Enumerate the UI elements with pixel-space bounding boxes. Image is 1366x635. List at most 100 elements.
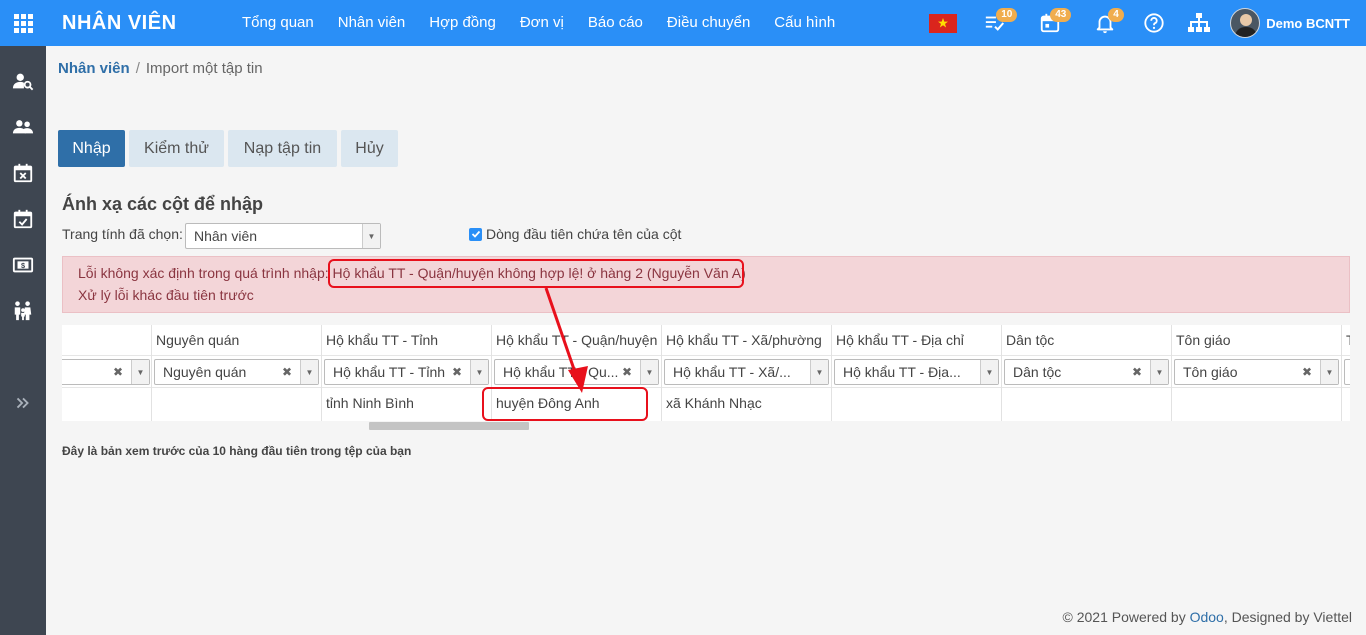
horizontal-scrollbar[interactable] bbox=[369, 422, 529, 430]
grid-column-next: T bbox=[1342, 325, 1350, 421]
grid-column-dia-chi: Hộ khẩu TT - Địa chỉ Hộ khẩu TT - Địa...… bbox=[832, 325, 1002, 421]
clear-icon[interactable]: ✖ bbox=[1132, 365, 1142, 379]
user-name: Demo BCNTT bbox=[1266, 15, 1350, 31]
help-icon[interactable] bbox=[1132, 0, 1176, 46]
activity-icon[interactable]: 10 bbox=[968, 0, 1022, 46]
breadcrumb-separator: / bbox=[135, 60, 140, 77]
menu-bao-cao[interactable]: Báo cáo bbox=[576, 0, 655, 46]
column-mapping-select[interactable]: ✖ ▼ bbox=[62, 359, 150, 385]
chevron-down-icon: ▼ bbox=[1320, 360, 1338, 384]
column-mapping-select[interactable]: Dân tộc ✖ ▼ bbox=[1004, 359, 1169, 385]
import-button[interactable]: Nhập bbox=[58, 130, 125, 167]
chevron-down-icon: ▼ bbox=[640, 360, 658, 384]
footer-odoo-link[interactable]: Odoo bbox=[1190, 609, 1224, 625]
grid-column-nguyen-quan: Nguyên quán Nguyên quán ✖ ▼ bbox=[152, 325, 322, 421]
svg-text:$: $ bbox=[21, 261, 25, 270]
clear-icon[interactable]: ✖ bbox=[113, 365, 123, 379]
grid-column-tinh: Hộ khẩu TT - Tỉnh Hộ khẩu TT - Tỉnh ✖ ▼ … bbox=[322, 325, 492, 421]
load-file-button[interactable]: Nạp tập tin bbox=[228, 130, 337, 167]
main-content: Nhân viên / Import một tập tin Nhập Kiểm t… bbox=[46, 46, 1366, 635]
column-mapping-select[interactable]: Hộ khẩu TT - Địa... ▼ bbox=[834, 359, 999, 385]
calendar-icon[interactable]: 43 bbox=[1022, 0, 1078, 46]
footer-prefix: © 2021 Powered by bbox=[1062, 609, 1186, 625]
notification-badge: 4 bbox=[1108, 8, 1124, 22]
menu-nhan-vien[interactable]: Nhân viên bbox=[326, 0, 418, 46]
clear-icon[interactable]: ✖ bbox=[452, 365, 462, 379]
sheet-label: Trang tính đã chọn: bbox=[62, 226, 183, 242]
column-header: Hộ khẩu TT - Tỉnh bbox=[326, 332, 439, 348]
top-navbar: NHÂN VIÊN Tổng quan Nhân viên Hợp đồng Đ… bbox=[0, 0, 1366, 46]
org-chart-icon[interactable] bbox=[1176, 0, 1222, 46]
alert-line-2: Xử lý lỗi khác đầu tiên trước bbox=[78, 287, 254, 303]
column-header: Hộ khẩu TT - Địa chỉ bbox=[836, 332, 964, 348]
clear-icon[interactable]: ✖ bbox=[622, 365, 632, 379]
import-preview-grid: ✖ ▼ Nguyên quán Nguyên quán ✖ ▼ Hộ khẩu … bbox=[62, 325, 1350, 421]
column-mapping-select[interactable]: Hộ khẩu TT - Tỉnh ✖ ▼ bbox=[324, 359, 489, 385]
first-row-header-option[interactable]: Dòng đầu tiên chứa tên của cột bbox=[469, 226, 681, 242]
notification-bell-icon[interactable]: 4 bbox=[1078, 0, 1132, 46]
grid-column-0: ✖ ▼ bbox=[62, 325, 152, 421]
menu-cau-hinh[interactable]: Cấu hình bbox=[762, 0, 847, 46]
column-mapping-value: Hộ khẩu TT - Địa... bbox=[843, 364, 961, 380]
language-flag-icon[interactable] bbox=[918, 0, 968, 46]
menu-tong-quan[interactable]: Tổng quan bbox=[230, 0, 326, 46]
column-cell: tỉnh Ninh Bình bbox=[326, 395, 414, 411]
menu-hop-dong[interactable]: Hợp đồng bbox=[417, 0, 508, 46]
column-mapping-select[interactable]: Tôn giáo ✖ ▼ bbox=[1174, 359, 1339, 385]
first-row-header-checkbox[interactable] bbox=[469, 227, 482, 241]
menu-dieu-chuyen[interactable]: Điều chuyển bbox=[655, 0, 762, 46]
column-mapping-value: Hộ khẩu TT - Qu... bbox=[503, 364, 619, 380]
app-brand: NHÂN VIÊN bbox=[62, 11, 177, 34]
chevron-down-icon: ▼ bbox=[131, 360, 149, 384]
column-mapping-value: Dân tộc bbox=[1013, 364, 1062, 380]
mapping-title: Ánh xạ các cột để nhập bbox=[62, 194, 264, 214]
sheet-select-value: Nhân viên bbox=[194, 228, 258, 244]
column-header: T bbox=[1346, 332, 1350, 348]
test-button[interactable]: Kiểm thử bbox=[129, 130, 224, 167]
cancel-button[interactable]: Hủy bbox=[341, 130, 398, 167]
column-mapping-select[interactable]: Hộ khẩu TT - Xã/... ▼ bbox=[664, 359, 829, 385]
menu-don-vi[interactable]: Đơn vị bbox=[508, 0, 576, 46]
column-header: Dân tộc bbox=[1006, 332, 1055, 348]
family-icon[interactable] bbox=[0, 288, 46, 334]
breadcrumb-parent[interactable]: Nhân viên bbox=[58, 60, 130, 77]
column-mapping-select[interactable]: Nguyên quán ✖ ▼ bbox=[154, 359, 319, 385]
footer: © 2021 Powered by Odoo, Designed by Viet… bbox=[1063, 609, 1352, 625]
chevron-down-icon: ▼ bbox=[300, 360, 318, 384]
payroll-money-icon[interactable]: $ bbox=[0, 242, 46, 288]
column-mapping-select[interactable] bbox=[1344, 359, 1350, 385]
user-menu[interactable]: Demo BCNTT bbox=[1222, 0, 1366, 46]
chevron-down-icon: ▼ bbox=[980, 360, 998, 384]
systray: 10 43 4 Demo BCNTT bbox=[918, 0, 1366, 46]
column-header: Tôn giáo bbox=[1176, 332, 1231, 348]
column-mapping-select[interactable]: Hộ khẩu TT - Qu... ✖ ▼ bbox=[494, 359, 659, 385]
apps-menu-icon[interactable] bbox=[0, 0, 46, 46]
footer-suffix: , Designed by Viettel bbox=[1223, 609, 1352, 625]
column-header: Hộ khẩu TT - Quận/huyện bbox=[496, 332, 658, 348]
clear-icon[interactable]: ✖ bbox=[282, 365, 292, 379]
preview-note: Đây là bản xem trước của 10 hàng đầu tiê… bbox=[62, 444, 412, 458]
grid-column-xa-phuong: Hộ khẩu TT - Xã/phường Hộ khẩu TT - Xã/.… bbox=[662, 325, 832, 421]
calendar-check-icon[interactable] bbox=[0, 196, 46, 242]
calendar-badge: 43 bbox=[1050, 8, 1072, 22]
chevron-down-icon: ▼ bbox=[470, 360, 488, 384]
left-sidebar: $ bbox=[0, 46, 46, 635]
column-cell: xã Khánh Nhạc bbox=[666, 395, 762, 411]
column-mapping-value: Hộ khẩu TT - Xã/... bbox=[673, 364, 791, 380]
employees-group-icon[interactable] bbox=[0, 104, 46, 150]
column-mapping-value: Tôn giáo bbox=[1183, 364, 1238, 380]
alert-prefix: Lỗi không xác định trong quá trình nhập: bbox=[78, 265, 329, 281]
main-menu: Tổng quan Nhân viên Hợp đồng Đơn vị Báo … bbox=[230, 0, 847, 46]
sheet-select[interactable]: Nhân viên ▼ bbox=[185, 223, 381, 249]
chevron-down-icon: ▼ bbox=[362, 224, 380, 248]
breadcrumb-current: Import một tập tin bbox=[145, 60, 263, 77]
grid-column-ton-giao: Tôn giáo Tôn giáo ✖ ▼ bbox=[1172, 325, 1342, 421]
first-row-header-label: Dòng đầu tiên chứa tên của cột bbox=[486, 226, 682, 242]
expand-sidebar-icon[interactable] bbox=[0, 380, 46, 426]
error-message-highlight bbox=[328, 259, 744, 288]
clear-icon[interactable]: ✖ bbox=[1302, 365, 1312, 379]
calendar-cancel-icon[interactable] bbox=[0, 150, 46, 196]
invalid-cell-highlight bbox=[482, 387, 648, 421]
column-header: Hộ khẩu TT - Xã/phường bbox=[666, 332, 822, 348]
employee-search-icon[interactable] bbox=[0, 58, 46, 104]
